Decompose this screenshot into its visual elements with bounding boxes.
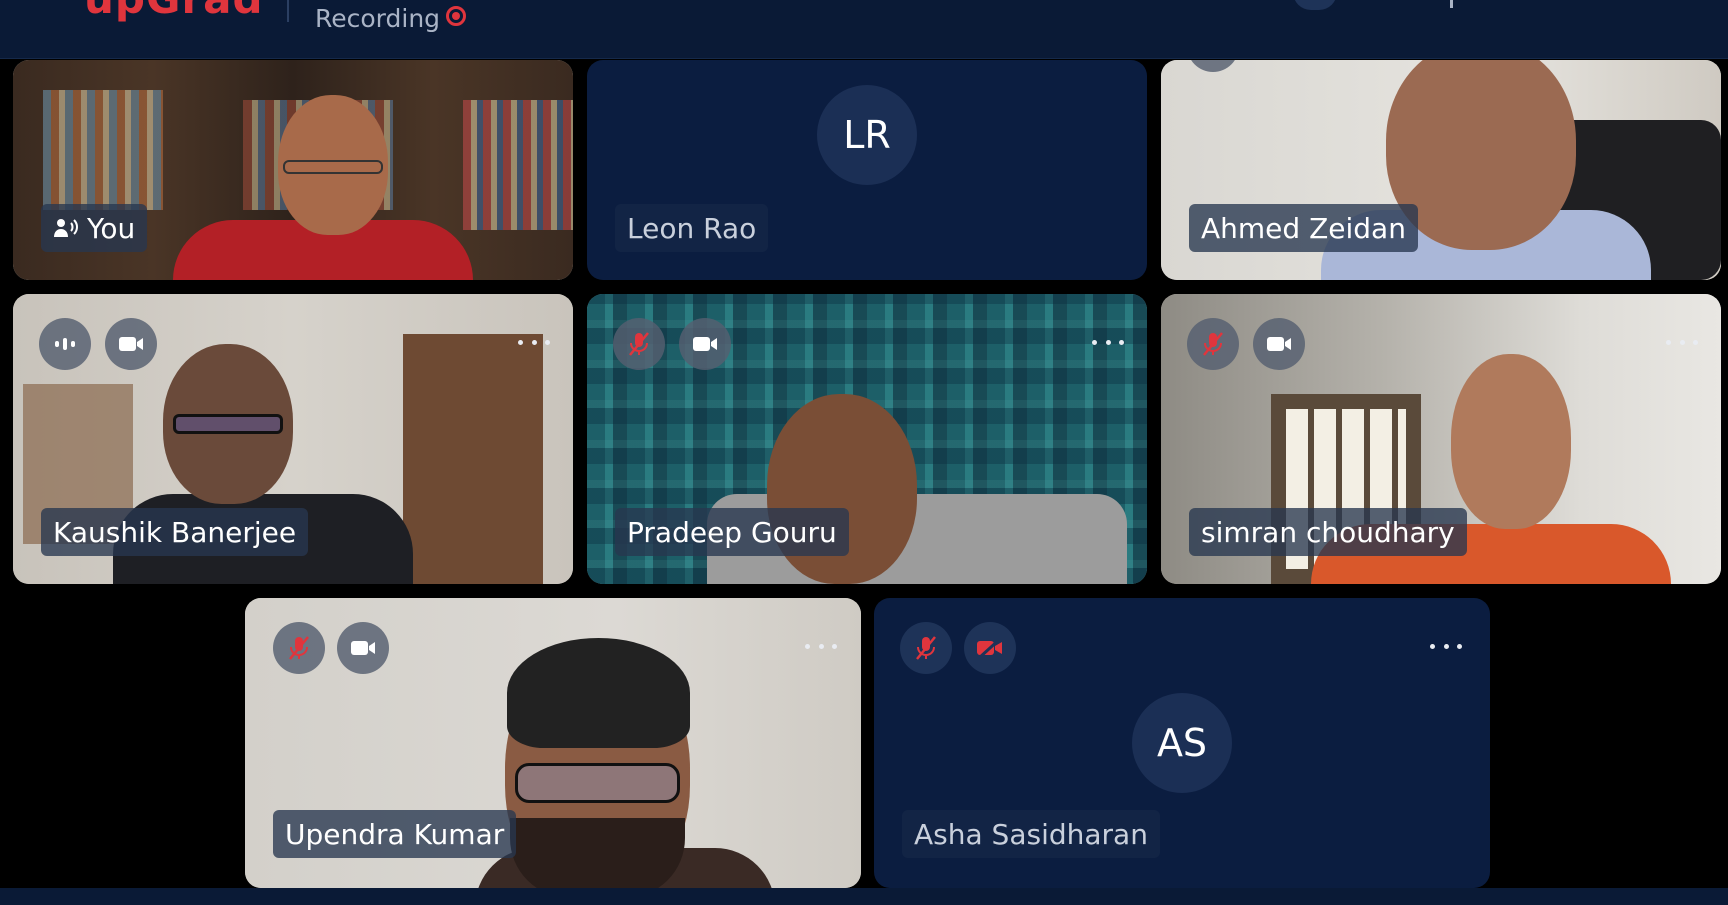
participant-name-tag: Ahmed Zeidan — [1189, 204, 1418, 252]
participant-tile-leon-rao[interactable]: LR Leon Rao — [587, 60, 1147, 280]
participant-avatar: AS — [1132, 693, 1232, 793]
more-options-icon[interactable] — [805, 641, 837, 651]
profile-avatar[interactable] — [1293, 0, 1337, 10]
mic-button[interactable] — [900, 622, 952, 674]
header-menu-glyph — [1450, 0, 1453, 8]
participant-name: Upendra Kumar — [285, 817, 505, 851]
participant-name-tag: Upendra Kumar — [273, 810, 517, 858]
participant-tile-ahmed-zeidan[interactable]: Ahmed Zeidan — [1161, 60, 1721, 280]
audio-wave-icon — [55, 338, 75, 350]
participant-name: simran choudhary — [1201, 515, 1455, 549]
participant-tile-simran-choudhary[interactable]: simran choudhary — [1161, 294, 1721, 584]
camera-off-icon — [977, 637, 1003, 659]
camera-button[interactable] — [337, 622, 389, 674]
more-options-icon[interactable] — [1666, 337, 1698, 347]
mic-muted-icon — [289, 636, 309, 660]
recording-indicator-icon — [446, 6, 466, 26]
participant-name-tag: Asha Sasidharan — [902, 810, 1160, 858]
mic-button[interactable] — [613, 318, 665, 370]
more-options-icon[interactable] — [1092, 337, 1124, 347]
top-bar: upGrad Recording — [0, 0, 1728, 59]
participant-name-tag: Pradeep Gouru — [615, 508, 849, 556]
participant-tile-upendra-kumar[interactable]: Upendra Kumar — [245, 598, 861, 888]
participant-name-tag: You — [41, 204, 148, 252]
camera-icon — [1267, 337, 1291, 351]
camera-button[interactable] — [964, 622, 1016, 674]
mic-muted-icon — [1203, 332, 1223, 356]
recording-label: Recording — [315, 4, 441, 33]
participant-name: Asha Sasidharan — [914, 817, 1148, 851]
participant-name-tag: simran choudhary — [1189, 508, 1467, 556]
mic-button[interactable] — [39, 318, 91, 370]
header-separator — [287, 0, 289, 22]
speaker-icon — [53, 217, 79, 239]
participant-tile-you[interactable]: You — [13, 60, 573, 280]
camera-button[interactable] — [679, 318, 731, 370]
mic-muted-icon — [629, 332, 649, 356]
participant-tile-pradeep-gouru[interactable]: Pradeep Gouru — [587, 294, 1147, 584]
camera-icon — [119, 337, 143, 351]
camera-button[interactable] — [1253, 318, 1305, 370]
participant-name: Ahmed Zeidan — [1201, 211, 1406, 245]
participant-avatar: LR — [817, 85, 917, 185]
participant-name-tag: Leon Rao — [615, 204, 769, 252]
brand-logo: upGrad — [84, 0, 264, 20]
mic-button[interactable] — [273, 622, 325, 674]
more-options-icon[interactable] — [1430, 641, 1462, 651]
participant-tile-kaushik-banerjee[interactable]: Kaushik Banerjee — [13, 294, 573, 584]
participant-name: Leon Rao — [627, 211, 757, 245]
participant-name-tag: Kaushik Banerjee — [41, 508, 309, 556]
more-options-icon[interactable] — [518, 337, 550, 347]
participant-name: Pradeep Gouru — [627, 515, 837, 549]
camera-button[interactable] — [105, 318, 157, 370]
camera-icon — [693, 337, 717, 351]
mic-button[interactable] — [1187, 318, 1239, 370]
bottom-bar — [0, 888, 1728, 905]
participant-name: You — [87, 211, 136, 245]
participant-name: Kaushik Banerjee — [53, 515, 297, 549]
participant-tile-asha-sasidharan[interactable]: AS Asha Sasidharan — [874, 598, 1490, 888]
mic-muted-icon — [916, 636, 936, 660]
camera-icon — [351, 641, 375, 655]
